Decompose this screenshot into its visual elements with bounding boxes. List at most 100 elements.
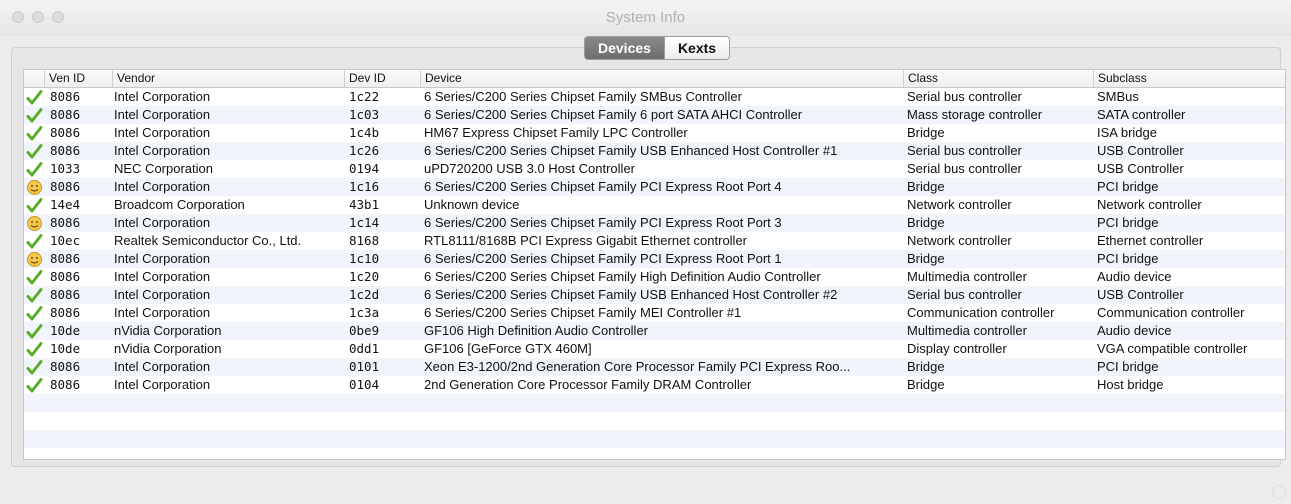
cell-class: Serial bus controller [907,287,1022,302]
empty-row [24,394,1285,412]
table-row[interactable]: 8086 Intel Corporation 1c03 6 Series/C200 S… [24,106,1285,124]
cell-dev-id: 43b1 [349,197,380,212]
cell-class: Mass storage controller [907,107,1043,122]
column-header-class[interactable]: Class [903,70,1093,87]
cell-class: Display controller [907,341,1007,356]
cell-dev-id: 0be9 [349,323,380,338]
cell-vendor: Intel Corporation [114,359,211,374]
cell-subclass: SATA controller [1097,107,1186,122]
check-mark-icon [26,269,43,286]
cell-ven-id: 14e4 [50,197,81,212]
column-header-device[interactable]: Device [420,70,903,87]
cell-subclass: Ethernet controller [1097,233,1204,248]
check-mark-icon [26,161,43,178]
cell-device: uPD720200 USB 3.0 Host Controller [424,161,636,176]
empty-row [24,448,1285,459]
table-row[interactable]: 8086 Intel Corporation 1c2d 6 Series/C200 S… [24,286,1285,304]
cell-subclass: Network controller [1097,197,1202,212]
tab-devices[interactable]: Devices [585,37,664,59]
cell-ven-id: 8086 [50,377,81,392]
cell-device: RTL8111/8168B PCI Express Gigabit Ethern… [424,233,748,248]
cell-dev-id: 1c03 [349,107,380,122]
cell-subclass: Audio device [1097,269,1172,284]
cell-subclass: PCI bridge [1097,251,1159,266]
cell-device: HM67 Express Chipset Family LPC Controll… [424,125,688,140]
cell-vendor: nVidia Corporation [114,323,222,338]
cell-class: Network controller [907,197,1012,212]
check-mark-icon [26,305,43,322]
cell-ven-id: 8086 [50,305,81,320]
cell-class: Communication controller [907,305,1055,320]
devices-table[interactable]: Ven ID Vendor Dev ID Device Class Subcla… [23,69,1286,460]
cell-class: Bridge [907,359,945,374]
table-row[interactable]: 10ec Realtek Semiconductor Co., Ltd. 8168 R… [24,232,1285,250]
check-mark-icon [26,377,43,394]
cell-class: Serial bus controller [907,161,1022,176]
check-mark-icon [26,197,43,214]
table-row[interactable]: 8086 Intel Corporation 1c16 6 Series/C200 S… [24,178,1285,196]
table-row[interactable]: 8086 Intel Corporation 1c20 6 Series/C200 S… [24,268,1285,286]
cell-device: GF106 High Definition Audio Controller [424,323,649,338]
cell-class: Multimedia controller [907,269,1027,284]
title-bar: System Info [0,0,1291,36]
cell-vendor: Intel Corporation [114,269,211,284]
cell-device: 6 Series/C200 Series Chipset Family High… [424,269,821,284]
column-header-ven-id[interactable]: Ven ID [44,70,112,87]
cell-ven-id: 8086 [50,125,81,140]
cell-subclass: Communication controller [1097,305,1245,320]
table-header: Ven ID Vendor Dev ID Device Class Subcla… [24,70,1285,88]
cell-dev-id: 0101 [349,359,380,374]
table-row[interactable]: 8086 Intel Corporation 1c26 6 Series/C200 S… [24,142,1285,160]
cell-device: 6 Series/C200 Series Chipset Family SMBu… [424,89,742,104]
cell-class: Multimedia controller [907,323,1027,338]
cell-subclass: VGA compatible controller [1097,341,1248,356]
cell-subclass: USB Controller [1097,143,1184,158]
cell-dev-id: 1c4b [349,125,380,140]
table-row[interactable]: 10de nVidia Corporation 0dd1 GF106 [GeForce… [24,340,1285,358]
table-row[interactable]: 10de nVidia Corporation 0be9 GF106 High Def… [24,322,1285,340]
cell-dev-id: 1c2d [349,287,380,302]
cell-vendor: Realtek Semiconductor Co., Ltd. [114,233,302,248]
table-row[interactable]: 8086 Intel Corporation 1c22 6 Series/C200 S… [24,88,1285,106]
cell-ven-id: 8086 [50,89,81,104]
cell-dev-id: 0104 [349,377,380,392]
cell-class: Bridge [907,377,945,392]
smiley-face-icon [26,215,43,232]
cell-vendor: Broadcom Corporation [114,197,245,212]
cell-subclass: PCI bridge [1097,179,1159,194]
table-row[interactable]: 8086 Intel Corporation 1c3a 6 Series/C200 S… [24,304,1285,322]
cell-device: 6 Series/C200 Series Chipset Family 6 po… [424,107,803,122]
cell-vendor: Intel Corporation [114,125,211,140]
cell-class: Bridge [907,125,945,140]
column-header-dev-id[interactable]: Dev ID [344,70,420,87]
cell-ven-id: 8086 [50,269,81,284]
table-row[interactable]: 14e4 Broadcom Corporation 43b1 Unknown devi… [24,196,1285,214]
cell-vendor: Intel Corporation [114,251,211,266]
cell-device: 6 Series/C200 Series Chipset Family MEI … [424,305,742,320]
column-header-subclass[interactable]: Subclass [1093,70,1285,87]
resize-handle[interactable] [1272,485,1286,499]
cell-vendor: Intel Corporation [114,89,211,104]
table-row[interactable]: 1033 NEC Corporation 0194 uPD720200 USB 3.0… [24,160,1285,178]
cell-dev-id: 8168 [349,233,380,248]
cell-ven-id: 10de [50,323,81,338]
table-row[interactable]: 8086 Intel Corporation 0104 2nd Generation … [24,376,1285,394]
cell-ven-id: 10de [50,341,81,356]
table-row[interactable]: 8086 Intel Corporation 0101 Xeon E3-1200/2n… [24,358,1285,376]
table-row[interactable]: 8086 Intel Corporation 1c14 6 Series/C200 S… [24,214,1285,232]
cell-device: GF106 [GeForce GTX 460M] [424,341,592,356]
check-mark-icon [26,143,43,160]
table-row[interactable]: 8086 Intel Corporation 1c4b HM67 Express Ch… [24,124,1285,142]
column-header-vendor[interactable]: Vendor [112,70,344,87]
cell-ven-id: 8086 [50,251,81,266]
cell-dev-id: 1c14 [349,215,380,230]
smiley-face-icon [26,251,43,268]
tab-kexts[interactable]: Kexts [663,37,730,59]
cell-subclass: USB Controller [1097,287,1184,302]
cell-ven-id: 8086 [50,215,81,230]
check-mark-icon [26,341,43,358]
cell-device: 6 Series/C200 Series Chipset Family USB … [424,143,838,158]
cell-vendor: NEC Corporation [114,161,213,176]
table-row[interactable]: 8086 Intel Corporation 1c10 6 Series/C200 S… [24,250,1285,268]
cell-vendor: Intel Corporation [114,107,211,122]
